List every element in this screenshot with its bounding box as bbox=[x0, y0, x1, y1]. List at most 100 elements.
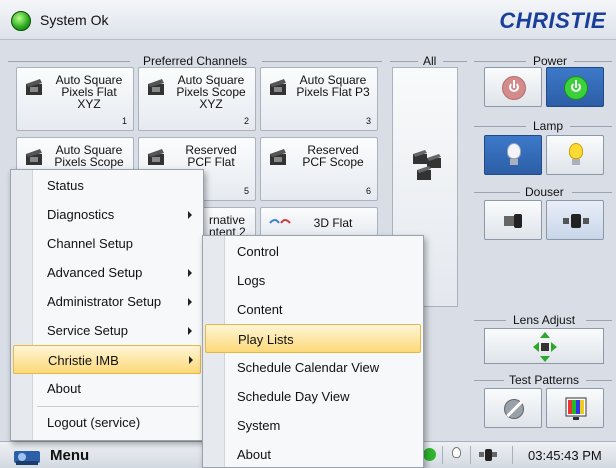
status-led-icon bbox=[11, 11, 31, 31]
channel-label: Reserved PCF Flat bbox=[185, 143, 237, 169]
submenu-arrow-icon bbox=[189, 356, 193, 364]
projector-icon bbox=[14, 451, 40, 465]
lamp-status-icon bbox=[452, 447, 461, 458]
divider bbox=[470, 446, 471, 464]
lens-adjust-button[interactable] bbox=[484, 328, 604, 364]
submenu-item-play-lists[interactable]: Play Lists bbox=[205, 324, 421, 353]
submenu-item-system[interactable]: System bbox=[227, 411, 421, 440]
menu-item-advanced-setup[interactable]: Advanced Setup bbox=[35, 258, 201, 287]
power-on-icon bbox=[564, 76, 588, 100]
section-all: All bbox=[420, 54, 440, 68]
douser-closed-button[interactable] bbox=[484, 200, 542, 240]
douser-open-icon bbox=[563, 214, 589, 228]
menu-item-label: Christie IMB bbox=[48, 353, 119, 368]
channel-button-6[interactable]: Reserved PCF Scope 6 bbox=[260, 137, 378, 201]
divider bbox=[586, 380, 612, 381]
submenu-item-content[interactable]: Content bbox=[227, 295, 421, 324]
power-off-button[interactable] bbox=[484, 67, 542, 107]
menu-item-about[interactable]: About bbox=[35, 374, 201, 403]
channel-label: Auto Square Pixels Flat XYZ bbox=[55, 73, 123, 111]
submenu-item-label: Control bbox=[237, 244, 279, 259]
status-led-small-icon bbox=[423, 448, 436, 461]
channel-number: 2 bbox=[243, 116, 249, 126]
channel-button-8[interactable]: 3D Flat bbox=[260, 207, 378, 237]
bulb-off-icon bbox=[507, 143, 521, 159]
menu-button[interactable]: Menu bbox=[2, 442, 94, 468]
divider bbox=[574, 61, 612, 62]
menu-item-label: Status bbox=[47, 178, 84, 193]
douser-status-icon bbox=[479, 449, 497, 461]
channel-label: 3D Flat bbox=[313, 216, 353, 230]
section-preferred-channels: Preferred Channels bbox=[140, 54, 251, 68]
clapperboard-icon bbox=[148, 79, 164, 95]
submenu-item-schedule-day-view[interactable]: Schedule Day View bbox=[227, 382, 421, 411]
clock: 03:45:43 PM bbox=[528, 448, 602, 463]
menu-item-label: Channel Setup bbox=[47, 236, 134, 251]
channel-number: 5 bbox=[243, 186, 249, 196]
channel-number: 6 bbox=[365, 186, 371, 196]
lamp-on-button[interactable] bbox=[546, 135, 604, 175]
test-pattern-icon bbox=[565, 397, 587, 420]
divider bbox=[570, 126, 612, 127]
divider bbox=[474, 192, 520, 193]
channel-label: Auto Square Pixels Scope bbox=[54, 143, 124, 169]
menu-item-label: Logout (service) bbox=[47, 415, 141, 430]
submenu-arrow-icon bbox=[188, 211, 192, 219]
douser-open-button[interactable] bbox=[546, 200, 604, 240]
divider bbox=[572, 192, 612, 193]
submenu-item-label: System bbox=[237, 418, 281, 433]
power-on-button[interactable] bbox=[546, 67, 604, 107]
submenu-item-schedule-calendar-view[interactable]: Schedule Calendar View bbox=[227, 353, 421, 382]
menu-item-diagnostics[interactable]: Diagnostics bbox=[35, 200, 201, 229]
divider bbox=[474, 380, 504, 381]
menu-item-label: Advanced Setup bbox=[47, 265, 143, 280]
menu-item-logout[interactable]: Logout (service) bbox=[35, 408, 201, 437]
test-pattern-button[interactable] bbox=[546, 388, 604, 428]
divider bbox=[474, 320, 506, 321]
3d-glasses-icon bbox=[269, 219, 291, 224]
divider bbox=[262, 61, 382, 62]
clapperboards-icon bbox=[413, 150, 441, 180]
menu-item-label: Diagnostics bbox=[47, 207, 115, 222]
submenu-item-logs[interactable]: Logs bbox=[227, 266, 421, 295]
status-bar: System Ok CHRISTIE bbox=[0, 0, 616, 40]
channel-number: 3 bbox=[365, 116, 371, 126]
brand-logo: CHRISTIE bbox=[499, 8, 606, 33]
douser-closed-icon bbox=[504, 214, 522, 228]
menu-label: Menu bbox=[50, 447, 90, 464]
test-pattern-off-button[interactable] bbox=[484, 388, 542, 428]
lamp-off-button[interactable] bbox=[484, 135, 542, 175]
submenu-item-label: Content bbox=[237, 302, 283, 317]
menu-item-channel-setup[interactable]: Channel Setup bbox=[35, 229, 201, 258]
submenu-arrow-icon bbox=[188, 327, 192, 335]
power-off-icon bbox=[502, 76, 526, 100]
divider bbox=[474, 61, 526, 62]
main-menu: Status Diagnostics Channel Setup Advance… bbox=[10, 169, 204, 441]
menu-item-label: Service Setup bbox=[47, 323, 128, 338]
clapperboard-icon bbox=[270, 79, 286, 95]
section-douser: Douser bbox=[522, 185, 567, 199]
submenu-item-label: Play Lists bbox=[238, 332, 294, 347]
channel-label: Auto Square Pixels Scope XYZ bbox=[176, 73, 246, 111]
submenu-arrow-icon bbox=[188, 269, 192, 277]
lens-arrows-icon bbox=[533, 332, 557, 362]
status-text: System Ok bbox=[40, 12, 109, 28]
menu-item-administrator-setup[interactable]: Administrator Setup bbox=[35, 287, 201, 316]
menu-item-service-setup[interactable]: Service Setup bbox=[35, 316, 201, 345]
menu-item-status[interactable]: Status bbox=[35, 171, 201, 200]
divider bbox=[586, 320, 612, 321]
channel-button-1[interactable]: Auto Square Pixels Flat XYZ 1 bbox=[16, 67, 134, 131]
no-pattern-icon bbox=[504, 399, 524, 419]
menu-item-label: Administrator Setup bbox=[47, 294, 162, 309]
section-lamp: Lamp bbox=[530, 119, 567, 133]
submenu-item-control[interactable]: Control bbox=[227, 237, 421, 266]
menu-item-christie-imb[interactable]: Christie IMB bbox=[13, 345, 201, 374]
submenu-item-about[interactable]: About bbox=[227, 440, 421, 468]
clapperboard-icon bbox=[26, 149, 42, 165]
channel-button-2[interactable]: Auto Square Pixels Scope XYZ 2 bbox=[138, 67, 256, 131]
bulb-on-icon bbox=[569, 143, 583, 159]
divider bbox=[8, 61, 130, 62]
channel-button-3[interactable]: Auto Square Pixels Flat P3 3 bbox=[260, 67, 378, 131]
divider bbox=[474, 126, 526, 127]
clapperboard-icon bbox=[148, 149, 164, 165]
